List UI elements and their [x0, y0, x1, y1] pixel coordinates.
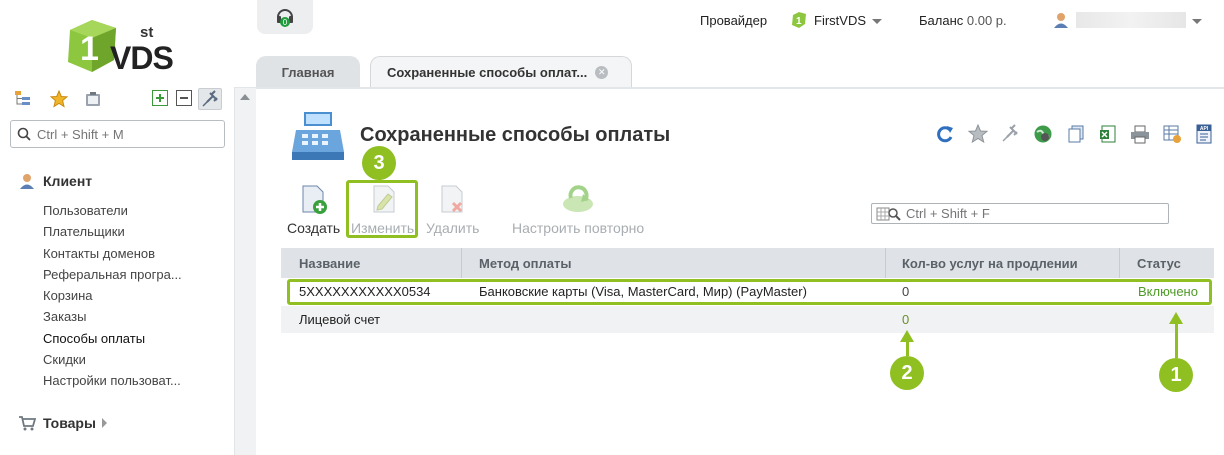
table-header: Название Метод оплаты Кол-во услуг на пр… [281, 248, 1214, 278]
expand-all-icon[interactable] [152, 90, 170, 108]
copy-icon[interactable] [1066, 124, 1086, 144]
tab-active-label: Сохраненные способы оплат... [387, 65, 588, 80]
create-doc-icon [302, 185, 327, 214]
tree-view-icon[interactable] [14, 90, 32, 108]
sidebar-section-client[interactable]: Клиент [18, 172, 92, 190]
grid-search-icon [876, 207, 901, 221]
sidebar-item-referral[interactable]: Реферальная програ... [43, 267, 182, 282]
logo[interactable]: 1 st VDS [58, 10, 178, 78]
reconfigure-button[interactable]: Настроить повторно [512, 184, 644, 236]
balance-value: 0.00 р. [966, 12, 1007, 28]
cell-renewal-count[interactable]: 0 [902, 312, 909, 327]
user-menu[interactable] [1052, 10, 1202, 30]
sidebar-item-users[interactable]: Пользователи [43, 203, 128, 218]
chevron-right-icon [101, 418, 107, 428]
tab-home[interactable]: Главная [256, 56, 360, 88]
callout-badge-3: 3 [362, 146, 396, 180]
search-icon [17, 127, 31, 141]
svg-text:1: 1 [80, 30, 99, 68]
star-icon[interactable] [967, 123, 989, 144]
menu-search-input[interactable] [37, 126, 217, 142]
reconfigure-label: Настроить повторно [512, 220, 645, 236]
chevron-down-icon [1192, 18, 1202, 24]
svg-text:1: 1 [796, 16, 802, 27]
column-header-method[interactable]: Метод оплаты [479, 256, 571, 271]
support-button[interactable]: 0 [257, 0, 313, 34]
edit-button-highlight [346, 180, 418, 238]
column-divider[interactable] [1119, 248, 1120, 278]
create-label: Создать [287, 220, 341, 236]
collapse-all-icon[interactable] [176, 90, 194, 108]
balance: Баланс 0.00 р. [919, 10, 1007, 30]
pin-icon[interactable] [1000, 124, 1020, 144]
sidebar-section-client-label: Клиент [43, 173, 93, 189]
sidebar-item-domain-contacts[interactable]: Контакты доменов [43, 246, 155, 261]
provider-selector[interactable]: 1 FirstVDS [790, 10, 882, 30]
print-icon[interactable] [1130, 124, 1150, 144]
column-divider[interactable] [461, 248, 462, 278]
sidebar-section-goods[interactable]: Товары [18, 415, 107, 431]
tab-strip-divider [234, 87, 1224, 89]
column-header-name[interactable]: Название [299, 256, 360, 271]
tab-home-label: Главная [281, 64, 335, 80]
reconfigure-icon [563, 185, 594, 212]
balance-label: Баланс [919, 12, 964, 28]
sidebar-section-goods-label: Товары [43, 415, 96, 431]
create-button[interactable]: Создать [287, 184, 340, 236]
pin-icon[interactable] [198, 88, 222, 110]
callout-badge-1: 1 [1159, 358, 1193, 392]
row-highlight [287, 279, 1212, 305]
column-divider[interactable] [885, 248, 886, 278]
table-settings-icon[interactable] [1162, 124, 1182, 144]
delete-doc-icon [441, 185, 463, 213]
sidebar-item-cart[interactable]: Корзина [43, 288, 93, 303]
client-icon [20, 174, 34, 189]
globe-icon[interactable] [1033, 124, 1053, 144]
sidebar-scrollbar[interactable] [234, 88, 256, 455]
page-title: Сохраненные способы оплаты [360, 124, 671, 146]
column-header-status[interactable]: Статус [1137, 256, 1181, 271]
excel-icon[interactable] [1098, 124, 1118, 144]
provider-logo-icon: 1 [792, 12, 806, 28]
cash-register-icon [292, 112, 344, 160]
user-name-redacted [1076, 12, 1186, 28]
delete-button[interactable]: Удалить [426, 184, 479, 236]
provider-value: FirstVDS [814, 12, 866, 28]
clipboard-icon[interactable] [84, 90, 102, 108]
provider-label: Провайдер [700, 12, 768, 28]
api-icon[interactable]: API [1194, 124, 1214, 144]
chevron-down-icon [872, 18, 882, 24]
grid-search-input[interactable] [906, 206, 1156, 221]
cart-icon [19, 416, 36, 431]
svg-text:API: API [1200, 126, 1209, 132]
callout-arrow-1-line [1175, 322, 1178, 358]
close-icon[interactable]: ✕ [595, 66, 609, 79]
menu-search-field[interactable] [10, 120, 225, 148]
delete-label: Удалить [426, 220, 480, 236]
svg-text:0: 0 [283, 18, 288, 27]
logo-text: VDS [110, 40, 174, 76]
refresh-icon[interactable] [935, 124, 955, 144]
tab-saved-payment-methods[interactable]: Сохраненные способы оплат... ✕ [370, 56, 632, 88]
cell-name: Лицевой счет [299, 312, 381, 327]
grid-search-field[interactable] [871, 203, 1169, 224]
headset-icon: 0 [277, 9, 293, 27]
callout-arrow-2-line [906, 340, 909, 356]
table-row[interactable]: Лицевой счет 0 [281, 306, 1214, 333]
scroll-up-icon[interactable] [240, 94, 250, 100]
logo-superscript: st [140, 24, 154, 41]
sidebar-item-orders[interactable]: Заказы [43, 309, 86, 324]
column-header-renewal-count[interactable]: Кол-во услуг на продлении [902, 256, 1078, 271]
sidebar-item-payers[interactable]: Плательщики [43, 224, 125, 239]
user-icon [1054, 13, 1068, 28]
sidebar-item-user-settings[interactable]: Настройки пользоват... [43, 373, 181, 388]
star-icon[interactable] [49, 89, 69, 108]
callout-badge-2: 2 [890, 356, 924, 390]
sidebar-item-payment-methods[interactable]: Способы оплаты [43, 331, 145, 346]
sidebar-item-discounts[interactable]: Скидки [43, 352, 86, 367]
